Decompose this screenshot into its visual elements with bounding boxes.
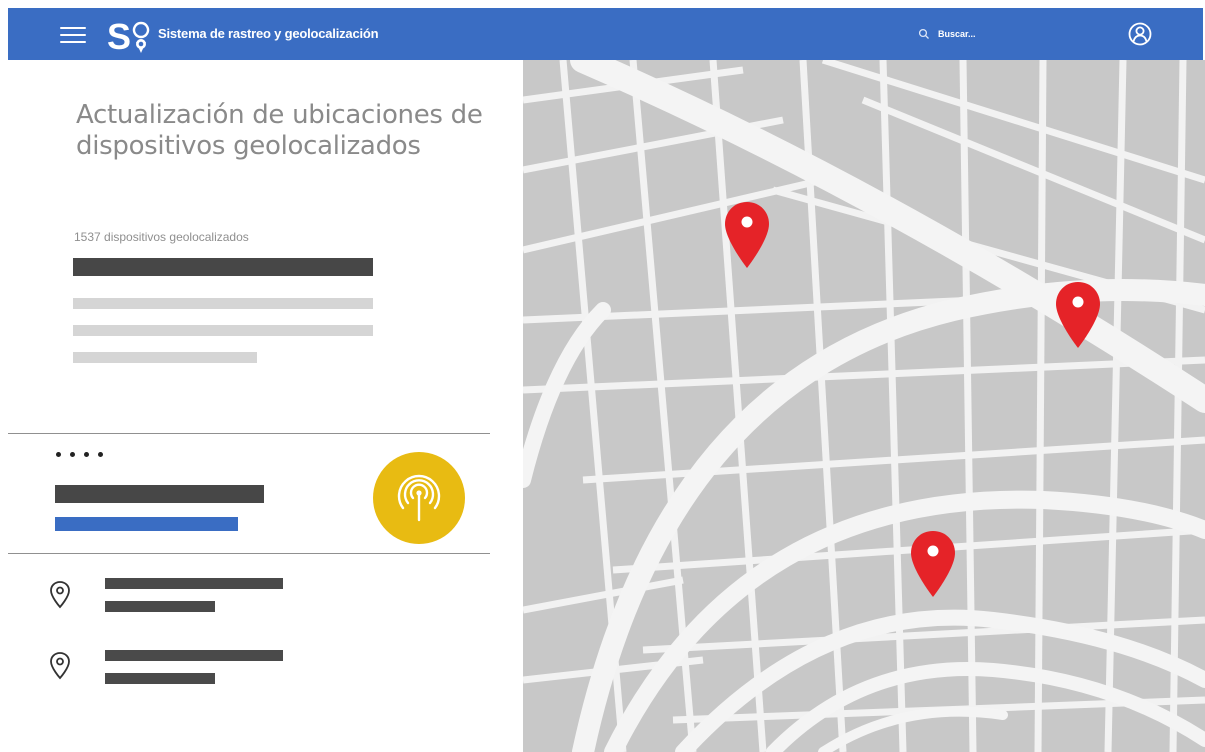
device-count-label: 1537 dispositivos geolocalizados — [74, 230, 249, 244]
placeholder-location-title — [105, 650, 283, 661]
placeholder-location-detail — [105, 601, 215, 612]
placeholder-text-line — [73, 352, 257, 363]
placeholder-heading-bar — [73, 258, 373, 276]
logo-pin-icon — [132, 21, 150, 53]
map-view[interactable] — [523, 60, 1205, 752]
placeholder-text-line — [73, 298, 373, 309]
search-icon — [918, 28, 929, 39]
placeholder-progress-bar — [55, 517, 238, 531]
hamburger-icon[interactable] — [60, 25, 86, 45]
search-box[interactable] — [916, 25, 1036, 43]
location-pin-icon — [49, 580, 71, 610]
placeholder-location-detail — [105, 673, 215, 684]
location-pin-icon — [49, 651, 71, 681]
info-panel: Actualización de ubicaciones de disposit… — [8, 60, 523, 752]
app-logo[interactable]: S — [105, 14, 155, 58]
user-icon[interactable] — [1128, 22, 1152, 46]
map-marker-icon[interactable] — [909, 529, 957, 599]
map-marker-icon[interactable] — [723, 200, 771, 270]
app-header: S Sistema de rastreo y geolocalización — [8, 8, 1203, 60]
page-title: Actualización de ubicaciones de disposit… — [76, 100, 483, 161]
section-divider — [8, 553, 490, 554]
more-options-icon[interactable] — [56, 450, 116, 460]
broadcast-icon — [397, 474, 441, 522]
search-input[interactable] — [938, 25, 1028, 43]
placeholder-device-name — [55, 485, 264, 503]
logo-letter: S — [107, 16, 131, 57]
placeholder-location-title — [105, 578, 283, 589]
placeholder-text-line — [73, 325, 373, 336]
broadcast-button[interactable] — [373, 452, 465, 544]
app-title: Sistema de rastreo y geolocalización — [158, 26, 379, 41]
map-marker-icon[interactable] — [1054, 280, 1102, 350]
street-map — [523, 60, 1205, 752]
section-divider — [8, 433, 490, 434]
